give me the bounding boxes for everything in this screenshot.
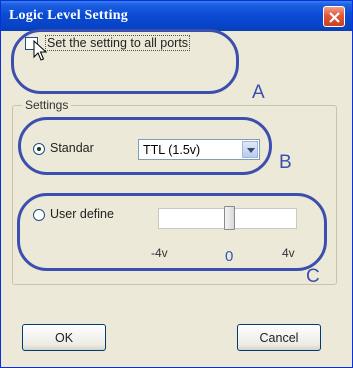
close-icon: [329, 12, 340, 23]
ok-button[interactable]: OK: [22, 324, 106, 351]
annotation-a-label: A: [252, 82, 265, 103]
annotation-c-outline: [17, 193, 327, 271]
settings-group-label: Settings: [22, 98, 72, 112]
cancel-button[interactable]: Cancel: [237, 324, 321, 351]
annotation-c-label: C: [306, 266, 320, 287]
annotation-a-outline: [11, 29, 239, 94]
close-button[interactable]: [323, 6, 345, 27]
annotation-b-outline: [18, 117, 272, 175]
title-bar[interactable]: Logic Level Setting: [1, 1, 352, 31]
window-title: Logic Level Setting: [9, 8, 128, 23]
annotation-b-label: B: [279, 152, 292, 173]
